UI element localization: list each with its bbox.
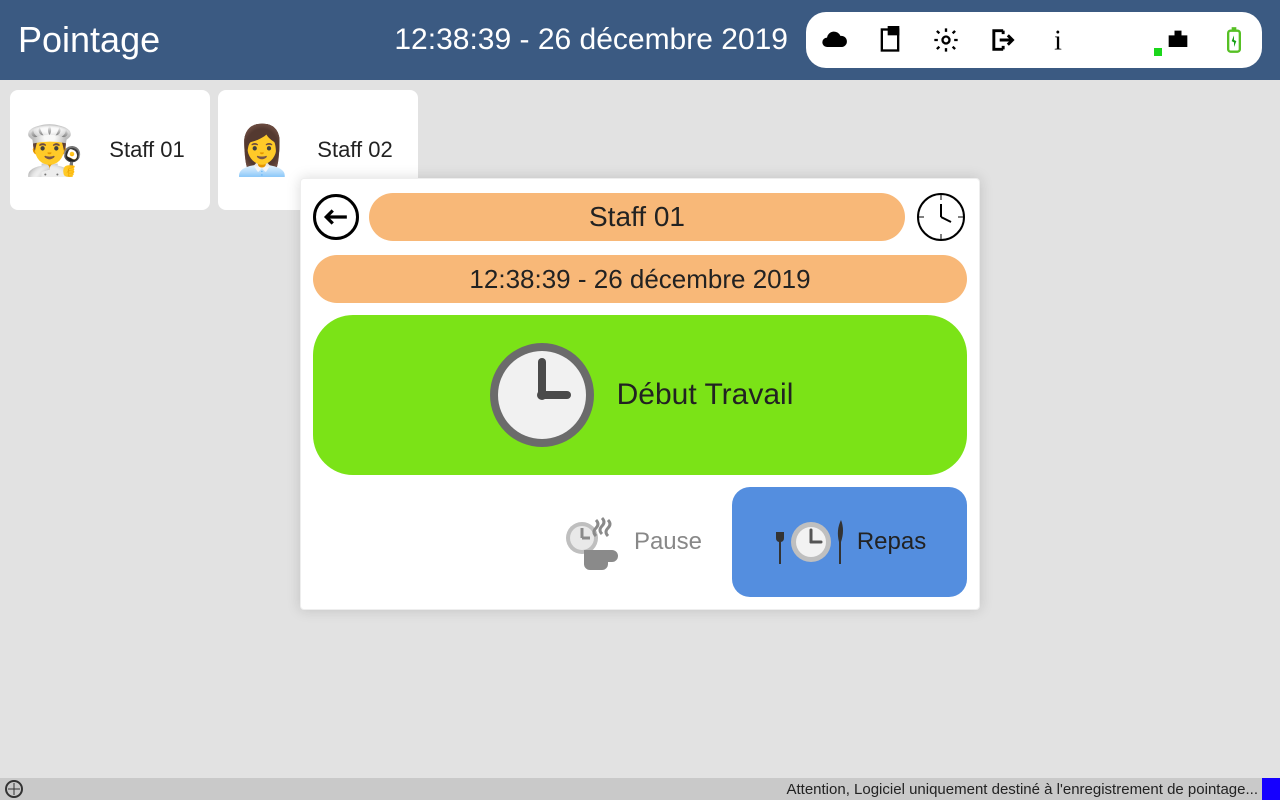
footer-bar: Attention, Logiciel uniquement destiné à… <box>0 778 1280 800</box>
start-work-label: Début Travail <box>617 378 794 412</box>
avatar: 👨‍🍳 <box>22 118 86 182</box>
back-button[interactable] <box>313 194 359 240</box>
clockin-dialog: Staff 01 12:38:39 - 26 décembre 2019 Déb… <box>300 178 980 610</box>
svg-text:i: i <box>1054 26 1062 54</box>
start-work-button[interactable]: Début Travail <box>313 315 967 475</box>
clock-face-icon <box>915 191 967 243</box>
pause-button[interactable]: Pause <box>480 487 720 597</box>
gear-icon[interactable] <box>932 26 960 54</box>
staff-card[interactable]: 👨‍🍳 Staff 01 <box>10 90 210 210</box>
coffee-break-icon <box>560 510 624 574</box>
info-icon[interactable]: i <box>1044 26 1072 54</box>
avatar: 👩‍💼 <box>230 118 294 182</box>
clock-icon <box>789 520 833 564</box>
meal-button[interactable]: Repas <box>732 487 967 597</box>
logout-icon[interactable] <box>988 26 1016 54</box>
staff-name-label: Staff 02 <box>304 137 406 163</box>
clock-icon <box>487 340 597 450</box>
meal-label: Repas <box>857 528 926 556</box>
receipt-icon[interactable] <box>876 26 904 54</box>
staff-name-label: Staff 01 <box>96 137 198 163</box>
selected-staff-pill: Staff 01 <box>369 193 905 241</box>
knife-icon <box>835 518 847 566</box>
pause-label: Pause <box>634 528 702 556</box>
brand-icon <box>0 778 28 800</box>
topbar-datetime: 12:38:39 - 26 décembre 2019 <box>394 23 788 57</box>
battery-icon <box>1220 26 1248 54</box>
topbar: Pointage 12:38:39 - 26 décembre 2019 i <box>0 0 1280 80</box>
footer-accent <box>1262 778 1280 800</box>
page-title: Pointage <box>18 19 160 61</box>
meal-icon <box>773 518 847 566</box>
dialog-datetime-pill: 12:38:39 - 26 décembre 2019 <box>313 255 967 303</box>
ethernet-icon <box>1164 26 1192 54</box>
fork-icon <box>773 518 787 566</box>
footer-warning-text: Attention, Logiciel uniquement destiné à… <box>786 781 1262 798</box>
status-pill: i <box>806 12 1262 68</box>
cloud-icon[interactable] <box>820 26 848 54</box>
